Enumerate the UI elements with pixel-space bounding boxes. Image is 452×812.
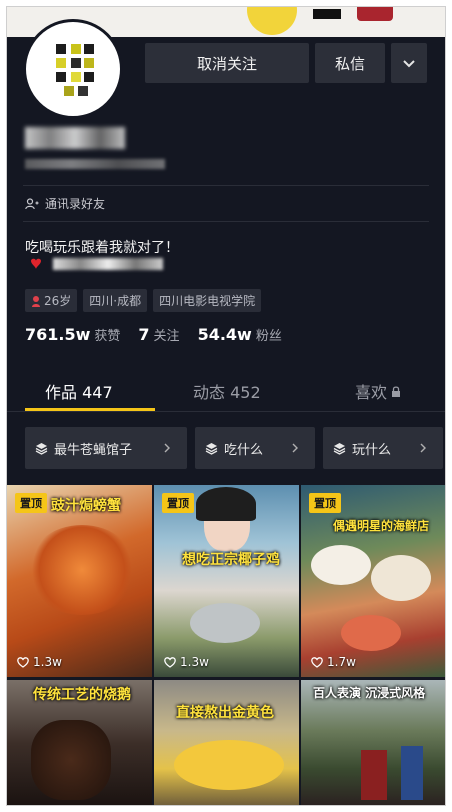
tab-activity[interactable]: 动态 452 [193, 371, 261, 411]
video-likes: 1.7w [311, 655, 356, 669]
layers-icon [35, 442, 48, 455]
video-thumbnail[interactable]: 传统工艺的烧鹅 [7, 680, 152, 805]
video-caption: 想吃正宗椰子鸡 [182, 552, 280, 568]
username-redacted [25, 127, 125, 149]
chevron-right-icon [292, 443, 298, 453]
tab-likes[interactable]: 喜欢 [355, 371, 401, 411]
chevron-right-icon [164, 443, 170, 453]
avatar[interactable] [23, 19, 123, 119]
layers-icon [205, 442, 218, 455]
unfollow-button[interactable]: 取消关注 [145, 43, 309, 83]
video-thumbnail[interactable]: 置顶 想吃正宗椰子鸡 1.3w [154, 485, 299, 677]
message-button[interactable]: 私信 [315, 43, 385, 83]
heart-outline-icon [17, 656, 29, 668]
tab-works[interactable]: 作品 447 [45, 371, 113, 411]
pinned-badge: 置顶 [309, 493, 341, 513]
video-likes: 1.3w [17, 655, 62, 669]
likes-received-stat: 761.5w 获赞 [25, 325, 121, 344]
bio-second-line [25, 257, 163, 271]
active-tab-indicator [25, 408, 155, 411]
chevron-down-icon [403, 60, 415, 68]
video-thumbnail[interactable]: 百人表演 沉浸式风格 [301, 680, 445, 805]
collection-best-restaurants[interactable]: 最牛苍蝇馆子 [25, 427, 187, 469]
video-thumbnail[interactable]: 置顶 豉汁焗螃蟹 1.3w [7, 485, 152, 677]
profile-tags: 26岁 四川·成都 四川电影电视学院 [25, 289, 262, 312]
bio-text: 吃喝玩乐跟着我就对了！ [25, 240, 179, 256]
contacts-icon [25, 197, 39, 209]
layers-icon [333, 442, 346, 455]
video-caption: 直接熬出金黄色 [176, 705, 274, 721]
following-stat[interactable]: 7 关注 [138, 325, 179, 344]
collection-what-to-play[interactable]: 玩什么 [323, 427, 443, 469]
contacts-friends-link[interactable]: 通讯录好友 [25, 195, 105, 212]
video-thumbnail[interactable]: 直接熬出金黄色 [154, 680, 299, 805]
profile-stats: 761.5w 获赞 7 关注 54.4w 粉丝 [25, 325, 300, 344]
followers-stat[interactable]: 54.4w 粉丝 [198, 325, 282, 344]
female-icon [32, 295, 40, 307]
video-caption: 偶遇明星的海鲜店 [333, 519, 430, 533]
pinned-badge: 置顶 [162, 493, 194, 513]
lock-icon [392, 385, 401, 397]
chevron-right-icon [420, 443, 426, 453]
user-id-redacted [25, 159, 165, 169]
video-caption: 传统工艺的烧鹅 [33, 687, 131, 703]
heart-outline-icon [164, 656, 176, 668]
video-thumbnail[interactable]: 置顶 偶遇明星的海鲜店 1.7w [301, 485, 445, 677]
content-tabs: 作品 447 动态 452 喜欢 [7, 371, 445, 412]
video-caption: 百人表演 沉浸式风格 [313, 686, 426, 700]
heart-emoji-icon [31, 258, 41, 269]
location-tag: 四川·成都 [83, 289, 148, 312]
profile-screen: 取消关注 私信 通讯录好友 吃喝玩乐跟着我就对了！ 26岁 四川·成都 四川电影… [6, 6, 446, 806]
video-caption: 豉汁焗螃蟹 [51, 498, 121, 514]
contacts-label: 通讯录好友 [45, 197, 106, 211]
video-likes: 1.3w [164, 655, 209, 669]
school-tag: 四川电影电视学院 [153, 289, 262, 312]
collections-row: 最牛苍蝇馆子 吃什么 玩什么 [25, 427, 443, 469]
pinned-badge: 置顶 [15, 493, 47, 513]
heart-outline-icon [311, 656, 323, 668]
more-button[interactable] [391, 43, 427, 83]
age-tag: 26岁 [25, 289, 78, 312]
collection-what-to-eat[interactable]: 吃什么 [195, 427, 315, 469]
